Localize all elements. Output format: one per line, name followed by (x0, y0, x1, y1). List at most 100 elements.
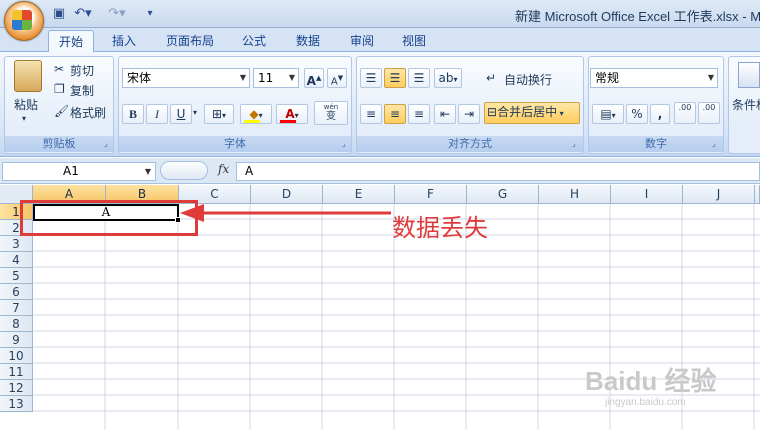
redo-icon[interactable]: ↷▾ (104, 5, 130, 23)
annotation-arrow-icon (180, 204, 391, 222)
paste-button[interactable]: 粘贴 (14, 96, 38, 113)
tab-view[interactable]: 视图 (396, 30, 432, 52)
baidu-watermark-url: jingyan.baidu.com (605, 397, 686, 408)
merge-center-button[interactable]: ⊟合并后居中 ▾ (484, 102, 580, 124)
borders-icon: ⊞ (211, 107, 223, 121)
align-center-button[interactable]: ≡ (384, 104, 406, 124)
align-left-icon: ≡ (365, 107, 377, 121)
shrink-font-icon: A (330, 76, 338, 88)
orientation-icon: ab (438, 71, 454, 85)
italic-button[interactable]: I (146, 104, 168, 124)
formula-bar-splitter[interactable] (160, 161, 208, 180)
customize-qat-icon[interactable]: ▾ (144, 5, 156, 23)
dialog-launcher-icon[interactable]: ⌟ (342, 139, 346, 148)
alignment-group-title: 对齐方式 (357, 136, 583, 152)
accounting-format-button[interactable]: ▤▾ (592, 104, 624, 124)
increase-decimal-button[interactable]: .00 (674, 102, 696, 124)
decrease-indent-button[interactable]: ⇤ (434, 104, 456, 124)
paste-dropdown-icon[interactable]: ▾ (22, 114, 26, 123)
chevron-down-icon[interactable]: ▼ (289, 69, 295, 87)
save-icon[interactable]: ▣ (50, 5, 68, 23)
chevron-down-icon[interactable]: ▼ (145, 163, 151, 180)
phonetic-guide-button[interactable]: wén 变 (314, 101, 348, 125)
undo-icon[interactable]: ↶▾ (72, 5, 94, 23)
tab-insert[interactable]: 插入 (104, 30, 144, 52)
conditional-format-icon[interactable] (738, 62, 760, 88)
increase-indent-icon: ⇥ (463, 107, 475, 121)
borders-button[interactable]: ⊞▾ (204, 104, 234, 124)
align-left-button[interactable]: ≡ (360, 104, 382, 124)
tab-page-layout[interactable]: 页面布局 (160, 30, 220, 52)
shrink-font-button[interactable]: A▼ (327, 68, 347, 88)
merge-center-label: 合并后居中 (497, 105, 558, 119)
merge-center-icon: ⊟ (487, 105, 498, 119)
font-group-title: 字体 (119, 136, 351, 152)
align-bottom-button[interactable]: ☰ (408, 68, 430, 88)
align-top-button[interactable]: ☰ (360, 68, 382, 88)
dialog-launcher-icon[interactable]: ⌟ (712, 139, 716, 148)
percent-button[interactable]: % (626, 104, 648, 124)
align-bottom-icon: ☰ (413, 71, 425, 85)
font-color-icon: A (285, 107, 295, 121)
brush-icon: 🖌 (54, 104, 70, 118)
chevron-down-icon[interactable]: ▼ (240, 69, 246, 87)
tab-review[interactable]: 审阅 (342, 30, 382, 52)
tab-home[interactable]: 开始 (48, 30, 94, 52)
scissors-icon: ✂ (54, 62, 65, 76)
align-right-button[interactable]: ≡ (408, 104, 430, 124)
font-size-value: 11 (258, 71, 274, 85)
chevron-down-icon[interactable]: ▾ (193, 108, 197, 117)
font-name-combo[interactable]: 宋体 ▼ (122, 68, 250, 88)
align-right-icon: ≡ (413, 107, 425, 121)
underline-button[interactable]: U (170, 104, 192, 124)
comma-button[interactable]: , (650, 104, 670, 124)
align-center-icon: ≡ (389, 107, 401, 121)
window-title: 新建 Microsoft Office Excel 工作表.xlsx - M (515, 9, 760, 24)
font-color-button[interactable]: A▾ (276, 104, 308, 124)
annotation-highlight-box (20, 200, 198, 236)
decrease-decimal-button[interactable]: .00 (698, 102, 720, 124)
wrap-text-icon: ↵ (486, 71, 497, 85)
bold-button[interactable]: B (122, 104, 144, 124)
font-color-swatch (280, 120, 296, 123)
format-painter-button[interactable]: 格式刷 (70, 104, 106, 121)
cut-button[interactable]: 剪切 (70, 62, 94, 79)
copy-button[interactable]: 复制 (70, 82, 94, 99)
dialog-launcher-icon[interactable]: ⌟ (104, 139, 108, 148)
align-top-icon: ☰ (365, 71, 377, 85)
fill-color-swatch (244, 120, 260, 123)
orientation-button[interactable]: ab▾ (434, 68, 462, 88)
annotation-text: 数据丢失 (392, 214, 488, 242)
fill-color-button[interactable]: ◆▾ (240, 104, 272, 124)
baidu-watermark-logo: Baidu 经验 (585, 366, 717, 396)
phonetic-char: 变 (326, 111, 336, 122)
align-middle-icon: ☰ (389, 71, 401, 85)
paint-bucket-icon: ◆ (249, 107, 259, 121)
name-box-value: A1 (63, 164, 79, 178)
number-format-value: 常规 (595, 71, 620, 85)
insert-function-button[interactable]: fx (218, 162, 229, 176)
align-middle-button[interactable]: ☰ (384, 68, 406, 88)
office-logo-icon (12, 10, 32, 30)
chevron-down-icon[interactable]: ▼ (708, 69, 714, 87)
number-format-combo[interactable]: 常规 ▼ (590, 68, 718, 88)
conditional-format-button[interactable]: 条件格 (732, 96, 760, 113)
name-box[interactable]: A1 ▼ (2, 162, 156, 181)
currency-icon: ▤ (600, 107, 612, 121)
decrease-indent-icon: ⇤ (439, 107, 451, 121)
font-size-combo[interactable]: 11 ▼ (253, 68, 299, 88)
increase-decimal-icon: .00 (678, 103, 692, 112)
dialog-launcher-icon[interactable]: ⌟ (572, 139, 576, 148)
tab-formulas[interactable]: 公式 (234, 30, 274, 52)
decrease-decimal-icon: .00 (702, 103, 716, 112)
formula-input[interactable]: A (236, 162, 760, 181)
paste-icon[interactable] (14, 60, 42, 92)
grow-font-button[interactable]: A▲ (304, 68, 324, 88)
increase-indent-button[interactable]: ⇥ (458, 104, 480, 124)
tab-data[interactable]: 数据 (288, 30, 328, 52)
wrap-text-button[interactable]: 自动换行 (504, 71, 552, 88)
copy-icon: ❐ (54, 82, 65, 96)
grow-font-icon: A (306, 74, 316, 88)
number-group-title: 数字 (589, 136, 723, 152)
font-name-value: 宋体 (127, 71, 152, 85)
